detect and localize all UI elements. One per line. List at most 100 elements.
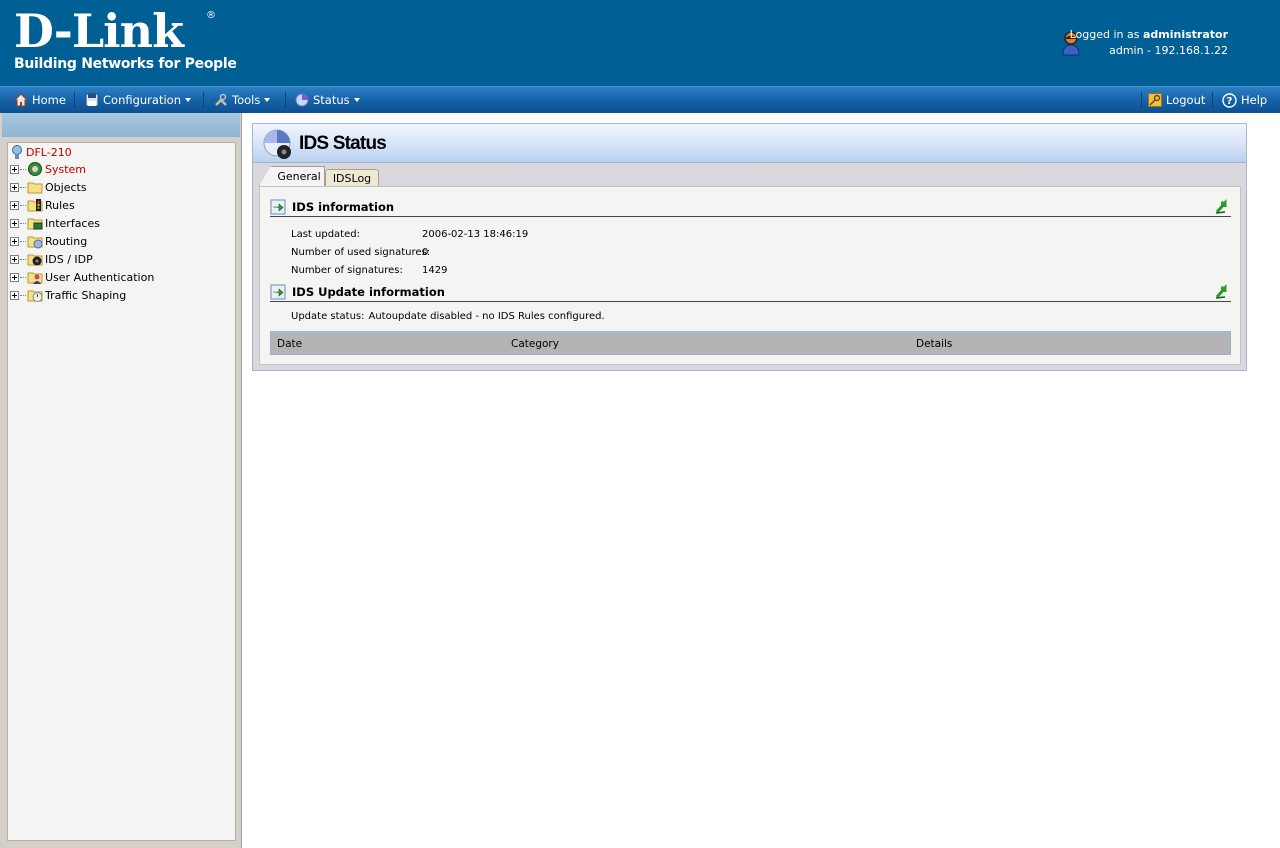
- status-icon: [295, 93, 309, 107]
- sidebar: DFL-210 System Objects Rules Interfaces …: [0, 113, 242, 848]
- menu-divider: [1141, 92, 1142, 108]
- menu-logout-label: Logout: [1166, 93, 1206, 107]
- expand-icon[interactable]: [10, 236, 19, 246]
- tools-icon: [215, 93, 227, 106]
- info-label: Number of used signatures:: [291, 246, 431, 258]
- menu-status-label: Status: [313, 93, 350, 107]
- tree-item-label: Interfaces: [45, 216, 100, 230]
- tree-item-routing[interactable]: Routing: [10, 232, 87, 250]
- update-table-header: Date Category Details: [270, 331, 1231, 355]
- tree-item-label: IDS / IDP: [45, 252, 93, 266]
- expand-icon[interactable]: [10, 272, 19, 282]
- home-icon: [14, 93, 28, 107]
- tab-general[interactable]: General: [259, 166, 325, 186]
- menu-home[interactable]: Home: [14, 87, 66, 113]
- tab-content: IDS information Last updated: 2006-02-13…: [259, 186, 1241, 365]
- svg-text:?: ?: [1227, 96, 1233, 107]
- info-section-icon: [270, 284, 286, 299]
- expand-icon[interactable]: [10, 164, 19, 174]
- menu-help-label: Help: [1241, 93, 1268, 107]
- update-status-label: Update status:: [291, 311, 365, 322]
- logo-tagline: Building Networks for People: [14, 56, 237, 72]
- tree-item-traffic-shaping[interactable]: Traffic Shaping: [10, 286, 126, 304]
- info-row-used-signatures: Number of used signatures: 0: [291, 243, 430, 261]
- menu-home-label: Home: [32, 93, 66, 107]
- info-label: Last updated:: [291, 228, 360, 240]
- chevron-down-icon: [185, 98, 191, 102]
- ids-status-icon: [263, 129, 291, 159]
- folder-icon: [27, 182, 43, 194]
- refresh-icon[interactable]: [1213, 284, 1229, 300]
- tree-item-label: Objects: [45, 180, 87, 194]
- refresh-icon[interactable]: [1213, 199, 1229, 215]
- navigation-tree: DFL-210 System Objects Rules Interfaces …: [7, 142, 236, 841]
- logo-registered-mark: ®: [206, 10, 216, 21]
- floppy-icon: [85, 93, 99, 107]
- column-date[interactable]: Date: [277, 338, 302, 350]
- traffic-folder-icon: [27, 290, 43, 302]
- tree-item-user-authentication[interactable]: User Authentication: [10, 268, 154, 286]
- expand-icon[interactable]: [10, 218, 19, 228]
- session-info: admin - 192.168.1.22: [1109, 44, 1228, 57]
- expand-icon[interactable]: [10, 200, 19, 210]
- menu-divider: [203, 92, 204, 108]
- info-row-signatures: Number of signatures: 1429: [291, 261, 447, 279]
- help-icon: ?: [1222, 92, 1237, 108]
- key-icon: [1148, 93, 1162, 107]
- update-status-value: Autoupdate disabled - no IDS Rules confi…: [368, 311, 605, 322]
- menu-status[interactable]: Status: [295, 87, 360, 113]
- tree-item-ids-idp[interactable]: IDS / IDP: [10, 250, 93, 268]
- login-info: Logged in as administrator admin - 192.1…: [1070, 27, 1228, 59]
- logged-in-user: administrator: [1142, 28, 1228, 41]
- tab-idslog[interactable]: IDSLog: [325, 169, 379, 186]
- tree-item-label: User Authentication: [45, 270, 155, 284]
- tree-item-rules[interactable]: Rules: [10, 196, 75, 214]
- tree-root-dfl-210[interactable]: DFL-210: [10, 144, 72, 160]
- info-label: Number of signatures:: [291, 264, 403, 276]
- user-auth-folder-icon: [27, 272, 43, 284]
- interfaces-folder-icon: [27, 218, 43, 230]
- dlink-logo: D-Link ® Building Networks for People: [14, 8, 237, 72]
- rules-folder-icon: [27, 199, 43, 212]
- tree-item-system[interactable]: System: [10, 160, 86, 178]
- tree-item-label: Traffic Shaping: [45, 288, 127, 302]
- ids-folder-icon: [27, 254, 43, 266]
- ids-status-panel: IDS Status General IDSLog IDS informatio…: [252, 123, 1247, 371]
- info-section-icon: [270, 199, 286, 214]
- panel-header: IDS Status: [253, 124, 1246, 163]
- update-status-row: Update status: Autoupdate disabled - no I…: [291, 311, 605, 322]
- expand-icon[interactable]: [10, 182, 19, 192]
- menu-divider: [285, 92, 286, 108]
- chevron-down-icon: [264, 98, 271, 102]
- ids-update-header: IDS Update information: [270, 282, 1231, 302]
- expand-icon[interactable]: [10, 254, 19, 264]
- info-value: 1429: [422, 264, 448, 276]
- logged-in-prefix: Logged in as: [1069, 28, 1140, 41]
- page-title: IDS Status: [299, 133, 387, 154]
- sidebar-header: [2, 113, 240, 137]
- menu-divider: [74, 92, 75, 108]
- info-row-last-updated: Last updated: 2006-02-13 18:46:19: [291, 225, 528, 243]
- gear-icon: [28, 162, 42, 176]
- menubar: Home Configuration Tools Status Logout ?…: [0, 86, 1280, 113]
- tree-item-objects[interactable]: Objects: [10, 178, 87, 196]
- menu-divider: [1212, 92, 1213, 108]
- info-value: 2006-02-13 18:46:19: [422, 228, 529, 240]
- section-title: IDS Update information: [292, 284, 445, 299]
- tree-item-label: Rules: [45, 198, 75, 212]
- menu-help[interactable]: ? Help: [1222, 87, 1267, 113]
- menu-tools[interactable]: Tools: [214, 87, 271, 113]
- menu-configuration-label: Configuration: [103, 93, 181, 107]
- menu-configuration[interactable]: Configuration: [85, 87, 191, 113]
- header: D-Link ® Building Networks for People Lo…: [0, 0, 1280, 86]
- routing-folder-icon: [27, 236, 43, 249]
- menu-logout[interactable]: Logout: [1148, 87, 1205, 113]
- info-value: 0: [422, 246, 429, 258]
- section-title: IDS information: [292, 199, 395, 214]
- column-details[interactable]: Details: [916, 338, 952, 350]
- ids-information-header: IDS information: [270, 197, 1231, 217]
- expand-icon[interactable]: [10, 290, 19, 300]
- column-category[interactable]: Category: [511, 338, 559, 350]
- tree-item-label: System: [45, 162, 87, 176]
- tree-item-interfaces[interactable]: Interfaces: [10, 214, 100, 232]
